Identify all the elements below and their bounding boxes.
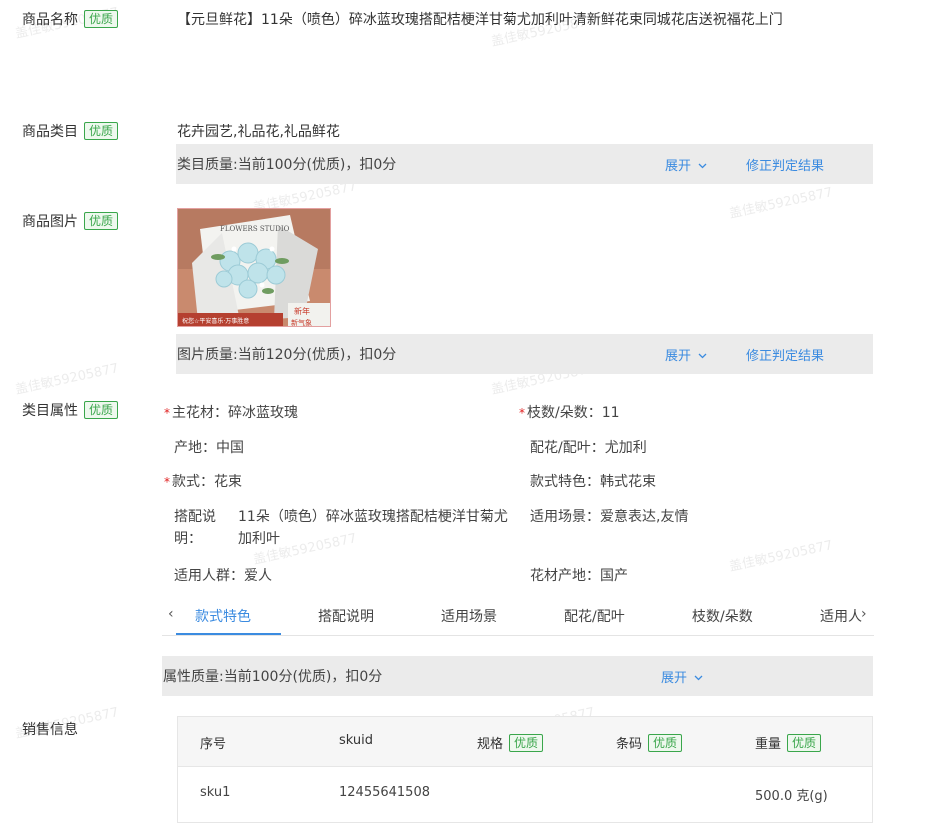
cell-weight: 500.0 克(g) [755, 789, 828, 804]
tab-match-desc[interactable]: 搭配说明 [318, 606, 374, 626]
tab-next-arrow[interactable]: › [861, 606, 867, 622]
quality-badge: 优质 [509, 733, 544, 752]
chevron-down-icon [694, 675, 703, 681]
quality-badge: 优质 [648, 733, 683, 752]
image-quality-text: 图片质量:当前120分(优质)，扣0分 [177, 347, 397, 363]
image-quality-bar: 图片质量:当前120分(优质)，扣0分 展开 修正判定结果 [176, 334, 873, 374]
attr-style-feature: 款式特色：韩式花束 [530, 474, 656, 490]
image-stamp-line2: 新气象 [291, 318, 312, 327]
quality-badge: 优质 [787, 733, 822, 752]
product-image[interactable]: FLOWERS STUDIO 祝您☆平安喜乐·万事胜意 新年 新气象 [177, 208, 331, 327]
cell-index: sku1 [200, 785, 231, 800]
watermark: 盖佳敏59205877 [728, 185, 834, 222]
col-spec: 规格 优质 [477, 733, 544, 752]
required-mark: * [519, 406, 525, 420]
attr-main-flower: * 主花材：碎冰蓝玫瑰 [164, 405, 298, 421]
attr-origin: 产地：中国 [174, 440, 244, 456]
tab-style-feature[interactable]: 款式特色 [195, 606, 251, 626]
attr-match-desc: 搭配说明： 11朵（喷色）碎冰蓝玫瑰搭配桔梗洋甘菊尤加利叶 [174, 509, 508, 547]
attr-count: * 枝数/朵数：11 [519, 405, 620, 421]
col-index: 序号 [200, 737, 227, 752]
quality-badge: 优质 [84, 10, 119, 28]
tab-crowd[interactable]: 适用人 [820, 606, 862, 626]
col-barcode: 条码 优质 [616, 733, 683, 752]
attr-style: * 款式：花束 [164, 474, 242, 490]
category-expand-button[interactable]: 展开 [665, 155, 707, 174]
watermark: 盖佳敏59205877 [728, 538, 834, 575]
attr-scene: 适用场景：爱意表达,友情 [530, 509, 689, 525]
tab-filler[interactable]: 配花/配叶 [564, 606, 625, 626]
quality-badge: 优质 [84, 401, 119, 419]
category-quality-text: 类目质量:当前100分(优质)，扣0分 [177, 157, 397, 173]
required-mark: * [164, 406, 170, 420]
tab-count[interactable]: 枝数/朵数 [692, 606, 753, 626]
image-fix-result-link[interactable]: 修正判定结果 [746, 345, 824, 364]
image-sign-text: FLOWERS STUDIO [220, 225, 290, 233]
watermark: 盖佳敏59205877 [14, 361, 120, 398]
image-expand-button[interactable]: 展开 [665, 345, 707, 364]
image-label: 商品图片 优质 [22, 211, 119, 231]
attr-expand-button[interactable]: 展开 [661, 667, 703, 686]
chevron-down-icon [698, 163, 707, 169]
sales-label: 销售信息 [22, 722, 78, 738]
attr-label: 类目属性 优质 [22, 400, 119, 420]
attr-flower-origin: 花材产地：国产 [530, 568, 628, 584]
chevron-down-icon [698, 353, 707, 359]
sku-table-header: 序号 skuid 规格 优质 条码 优质 重量 优质 [178, 717, 872, 767]
image-stamp-line1: 新年 [294, 306, 310, 316]
required-mark: * [164, 475, 170, 489]
product-category: 花卉园艺,礼品花,礼品鲜花 [177, 124, 340, 140]
attr-crowd: 适用人群：爱人 [174, 568, 272, 584]
category-quality-bar: 类目质量:当前100分(优质)，扣0分 展开 修正判定结果 [176, 144, 873, 184]
category-label: 商品类目 优质 [22, 121, 119, 141]
image-bottom-text: 祝您☆平安喜乐·万事胜意 [182, 317, 249, 325]
tab-active-underline [176, 633, 281, 635]
attr-filler: 配花/配叶：尤加利 [530, 440, 647, 456]
bouquet-image: FLOWERS STUDIO 祝您☆平安喜乐·万事胜意 新年 新气象 [178, 209, 330, 327]
category-fix-result-link[interactable]: 修正判定结果 [746, 155, 824, 174]
quality-badge: 优质 [84, 122, 119, 140]
tab-prev-arrow[interactable]: ‹ [168, 606, 174, 622]
quality-badge: 优质 [84, 212, 119, 230]
sku-table: 序号 skuid 规格 优质 条码 优质 重量 优质 sku1 12455641508… [177, 716, 873, 823]
attr-tabs: ‹ 款式特色 搭配说明 适用场景 配花/配叶 枝数/朵数 适用人 › [162, 600, 874, 636]
cell-skuid: 12455641508 [339, 785, 430, 800]
product-title: 【元旦鲜花】11朵（喷色）碎冰蓝玫瑰搭配桔梗洋甘菊尤加利叶清新鲜花束同城花店送祝… [177, 12, 783, 28]
name-label: 商品名称 优质 [22, 9, 119, 29]
col-skuid: skuid [339, 733, 374, 748]
attr-quality-bar: 属性质量:当前100分(优质)，扣0分 展开 [162, 656, 873, 696]
attr-quality-text: 属性质量:当前100分(优质)，扣0分 [163, 669, 383, 685]
col-weight: 重量 优质 [755, 733, 822, 752]
tab-scene[interactable]: 适用场景 [441, 606, 497, 626]
